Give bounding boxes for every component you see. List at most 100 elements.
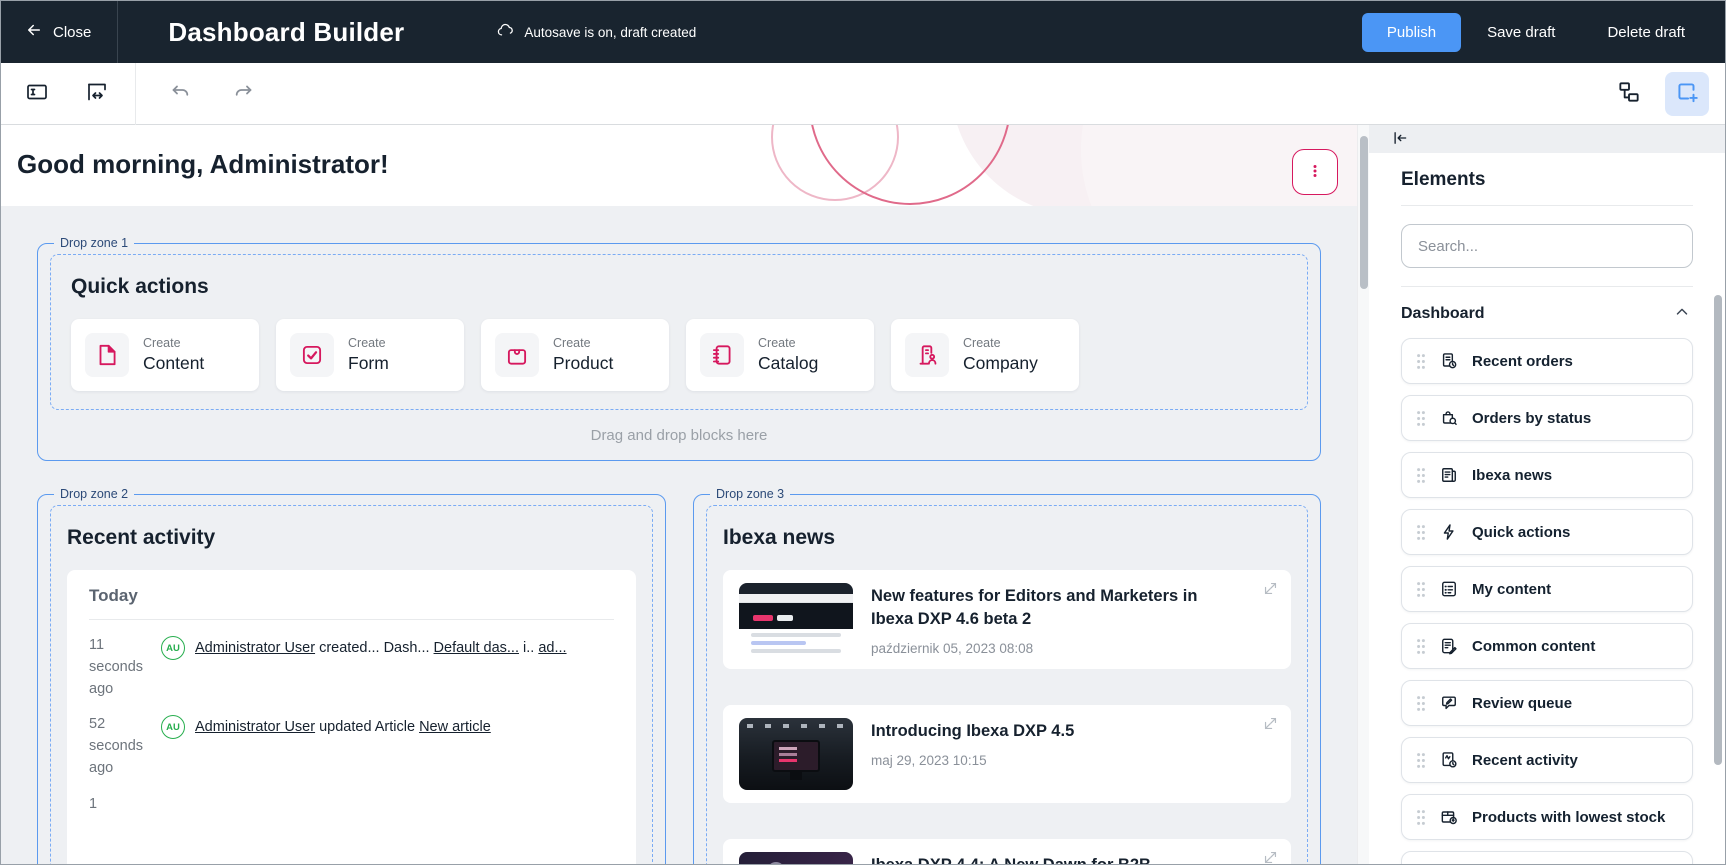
quick-action-card-content[interactable]: CreateContent — [71, 319, 259, 391]
drag-handle-icon[interactable] — [1416, 524, 1426, 541]
drag-handle-icon[interactable] — [1416, 353, 1426, 370]
quick-actions-block[interactable]: Quick actions CreateContentCreateFormCre… — [50, 254, 1308, 410]
drop-zone-1[interactable]: Drop zone 1 Quick actions CreateContentC… — [37, 236, 1321, 461]
activity-group-label: Today — [89, 586, 614, 606]
text-field-tool-button[interactable] — [15, 72, 59, 116]
external-link-icon[interactable] — [1262, 849, 1279, 865]
main-scrollbar[interactable] — [1357, 125, 1369, 865]
undo-icon — [168, 80, 192, 107]
activity-link[interactable]: ad... — [538, 640, 566, 656]
workspace: Good morning, Administrator! Drop zone 1… — [1, 125, 1725, 865]
sidebar-element-item-common-content[interactable]: Common content — [1401, 623, 1693, 669]
resize-window-tool-button[interactable] — [75, 72, 119, 116]
redo-button[interactable] — [222, 72, 266, 116]
save-draft-button[interactable]: Save draft — [1461, 13, 1581, 52]
news-card-body: New features for Editors and Marketers i… — [871, 583, 1275, 656]
news-thumbnail-warehouse — [739, 718, 853, 790]
close-label: Close — [53, 24, 91, 41]
sidebar-element-item-recent-orders[interactable]: Recent orders — [1401, 338, 1693, 384]
recent-activity-block[interactable]: Recent activity Today 11 seconds agoAUAd… — [50, 505, 653, 865]
delete-draft-button[interactable]: Delete draft — [1581, 13, 1711, 52]
cloud-icon — [496, 21, 515, 43]
form-icon — [290, 333, 334, 377]
sidebar-element-item-my-content[interactable]: My content — [1401, 566, 1693, 612]
builder-toolbar — [1, 63, 1725, 125]
quick-action-text: CreateCatalog — [758, 336, 818, 374]
quick-action-label: Company — [963, 353, 1038, 374]
news-card[interactable]: New features for Editors and Marketers i… — [723, 570, 1291, 669]
news-thumbnail-webpage — [739, 583, 853, 655]
drag-handle-icon[interactable] — [1416, 695, 1426, 712]
autosave-status: Autosave is on, draft created — [496, 21, 696, 43]
news-date: maj 29, 2023 10:15 — [871, 753, 1108, 768]
collapse-section-button[interactable] — [1671, 301, 1693, 326]
drag-handle-icon[interactable] — [1416, 809, 1426, 826]
drag-handle-icon[interactable] — [1416, 467, 1426, 484]
add-element-mode-button[interactable] — [1665, 72, 1709, 116]
main-scrollbar-thumb[interactable] — [1360, 136, 1368, 289]
quick-action-text: CreateProduct — [553, 336, 613, 374]
ibexa-news-title: Ibexa news — [723, 526, 1291, 550]
quick-action-cards: CreateContentCreateFormCreateProductCrea… — [71, 319, 1287, 391]
sidebar-element-label: Ibexa news — [1472, 467, 1552, 484]
elements-search-input[interactable] — [1401, 224, 1693, 268]
drag-handle-icon[interactable] — [1416, 410, 1426, 427]
activity-link[interactable]: New article — [419, 719, 491, 735]
sidebar-element-label: Orders by status — [1472, 410, 1591, 427]
toolbar-right — [1607, 72, 1725, 116]
news-date: październik 05, 2023 08:08 — [871, 641, 1275, 656]
review-queue-icon — [1439, 693, 1459, 713]
news-card[interactable]: Introducing Ibexa DXP 4.5maj 29, 2023 10… — [723, 705, 1291, 803]
activity-link[interactable]: Default das... — [434, 640, 519, 656]
quick-action-card-form[interactable]: CreateForm — [276, 319, 464, 391]
drag-handle-icon[interactable] — [1416, 638, 1426, 655]
activity-row: 11 seconds agoAUAdministrator User creat… — [89, 635, 614, 700]
sidebar-element-item-partial[interactable] — [1401, 851, 1693, 865]
news-card[interactable]: Ibexa DXP 4.4: A New Dawn for B2B Ecomme… — [723, 839, 1291, 865]
external-link-icon[interactable] — [1262, 715, 1279, 737]
quick-action-text: CreateContent — [143, 336, 204, 374]
sidebar-scrollbar-thumb[interactable] — [1714, 295, 1722, 765]
drop-zone-2[interactable]: Drop zone 2 Recent activity Today 11 sec… — [37, 487, 666, 865]
sidebar-element-item-review-queue[interactable]: Review queue — [1401, 680, 1693, 726]
collapse-sidebar-button[interactable] — [1391, 129, 1409, 150]
publish-button[interactable]: Publish — [1362, 13, 1461, 52]
sidebar-element-item-quick-actions[interactable]: Quick actions — [1401, 509, 1693, 555]
news-card-body: Ibexa DXP 4.4: A New Dawn for B2B Ecomme… — [871, 852, 1275, 865]
header-kebab-menu-button[interactable] — [1292, 149, 1338, 195]
quick-action-label: Content — [143, 353, 204, 374]
add-window-icon — [1674, 79, 1700, 108]
chevron-up-icon — [1673, 303, 1691, 324]
quick-action-card-company[interactable]: CreateCompany — [891, 319, 1079, 391]
activity-link[interactable]: Administrator User — [195, 719, 315, 735]
activity-timestamp: 52 seconds ago — [89, 714, 151, 779]
sidebar-element-item-products-with-lowest-stock[interactable]: Products with lowest stock — [1401, 794, 1693, 840]
zones-row: Drop zone 2 Recent activity Today 11 sec… — [37, 487, 1321, 865]
news-title: New features for Editors and Marketers i… — [871, 585, 1275, 631]
drag-handle-icon[interactable] — [1416, 752, 1426, 769]
my-content-icon — [1439, 579, 1459, 599]
drop-zone-3[interactable]: Drop zone 3 Ibexa news New features for … — [693, 487, 1321, 865]
ibexa-news-block[interactable]: Ibexa news New features for Editors and … — [706, 505, 1308, 865]
activity-rows: 11 seconds agoAUAdministrator User creat… — [89, 635, 614, 815]
news-thumbnail-purple — [739, 852, 853, 865]
sidebar-element-item-ibexa-news[interactable]: Ibexa news — [1401, 452, 1693, 498]
activity-link[interactable]: Administrator User — [195, 640, 315, 656]
undo-button[interactable] — [158, 72, 202, 116]
toolbar-left — [1, 72, 119, 116]
content-icon — [85, 333, 129, 377]
topbar-divider — [117, 1, 118, 63]
activity-text: Administrator User created... Dash... De… — [195, 635, 567, 700]
quick-action-prefix: Create — [758, 336, 818, 350]
back-arrow-icon — [25, 21, 43, 43]
quick-action-card-product[interactable]: CreateProduct — [481, 319, 669, 391]
sidebar-element-item-orders-by-status[interactable]: Orders by status — [1401, 395, 1693, 441]
structure-view-button[interactable] — [1607, 72, 1651, 116]
drag-handle-icon[interactable] — [1416, 581, 1426, 598]
sidebar-element-item-recent-activity[interactable]: Recent activity — [1401, 737, 1693, 783]
sidebar-element-label: Products with lowest stock — [1472, 809, 1665, 826]
activity-text-segment: i.. — [519, 640, 538, 656]
close-button[interactable]: Close — [1, 1, 117, 63]
external-link-icon[interactable] — [1262, 580, 1279, 602]
quick-action-card-catalog[interactable]: CreateCatalog — [686, 319, 874, 391]
